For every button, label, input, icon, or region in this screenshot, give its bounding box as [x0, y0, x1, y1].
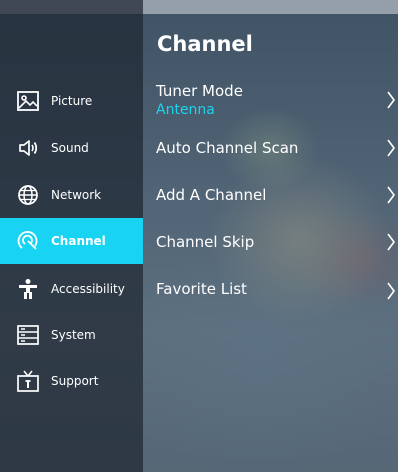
channel-icon [17, 230, 39, 252]
accessibility-icon [17, 278, 39, 300]
sidebar-item-accessibility[interactable]: Accessibility [0, 266, 143, 312]
sidebar-item-label: Channel [51, 234, 106, 248]
sidebar-item-label: System [51, 328, 96, 342]
menu-item-auto-channel-scan[interactable]: Auto Channel Scan [143, 137, 398, 177]
sidebar-item-network[interactable]: Network [0, 172, 143, 218]
sidebar-item-sound[interactable]: Sound [0, 125, 143, 171]
sidebar-item-label: Sound [51, 141, 89, 155]
picture-icon [17, 90, 39, 112]
chevron-right-icon [386, 233, 396, 251]
chevron-right-icon [386, 91, 396, 109]
menu-item-label: Channel Skip [156, 233, 255, 251]
tuner-mode-value: Antenna [156, 102, 215, 118]
menu-item-label: Add A Channel [156, 186, 267, 204]
system-icon [17, 324, 39, 346]
sidebar-item-support[interactable]: Support [0, 358, 143, 404]
sidebar: Picture Sound Network Channel Accessibil… [0, 0, 143, 472]
chevron-right-icon [386, 282, 396, 300]
sidebar-item-picture[interactable]: Picture [0, 78, 143, 124]
sidebar-item-label: Picture [51, 94, 93, 108]
menu-item-favorite-list[interactable]: Favorite List [143, 278, 398, 318]
menu-item-label: Tuner Mode [156, 82, 243, 100]
globe-icon [17, 184, 39, 206]
sound-icon [17, 137, 39, 159]
menu-item-label: Favorite List [156, 280, 247, 298]
page-title: Channel [157, 32, 253, 56]
sidebar-item-system[interactable]: System [0, 312, 143, 358]
menu-item-channel-skip[interactable]: Channel Skip [143, 231, 398, 271]
sidebar-item-label: Network [51, 188, 102, 202]
support-icon [17, 370, 39, 392]
sidebar-item-label: Accessibility [51, 282, 125, 296]
menu-item-add-a-channel[interactable]: Add A Channel [143, 184, 398, 224]
chevron-right-icon [386, 139, 396, 157]
chevron-right-icon [386, 186, 396, 204]
sidebar-item-label: Support [51, 374, 99, 388]
menu-item-label: Auto Channel Scan [156, 139, 299, 157]
sidebar-item-channel[interactable]: Channel [0, 218, 143, 264]
menu-item-tuner-mode[interactable]: Tuner Mode Antenna [143, 82, 398, 124]
